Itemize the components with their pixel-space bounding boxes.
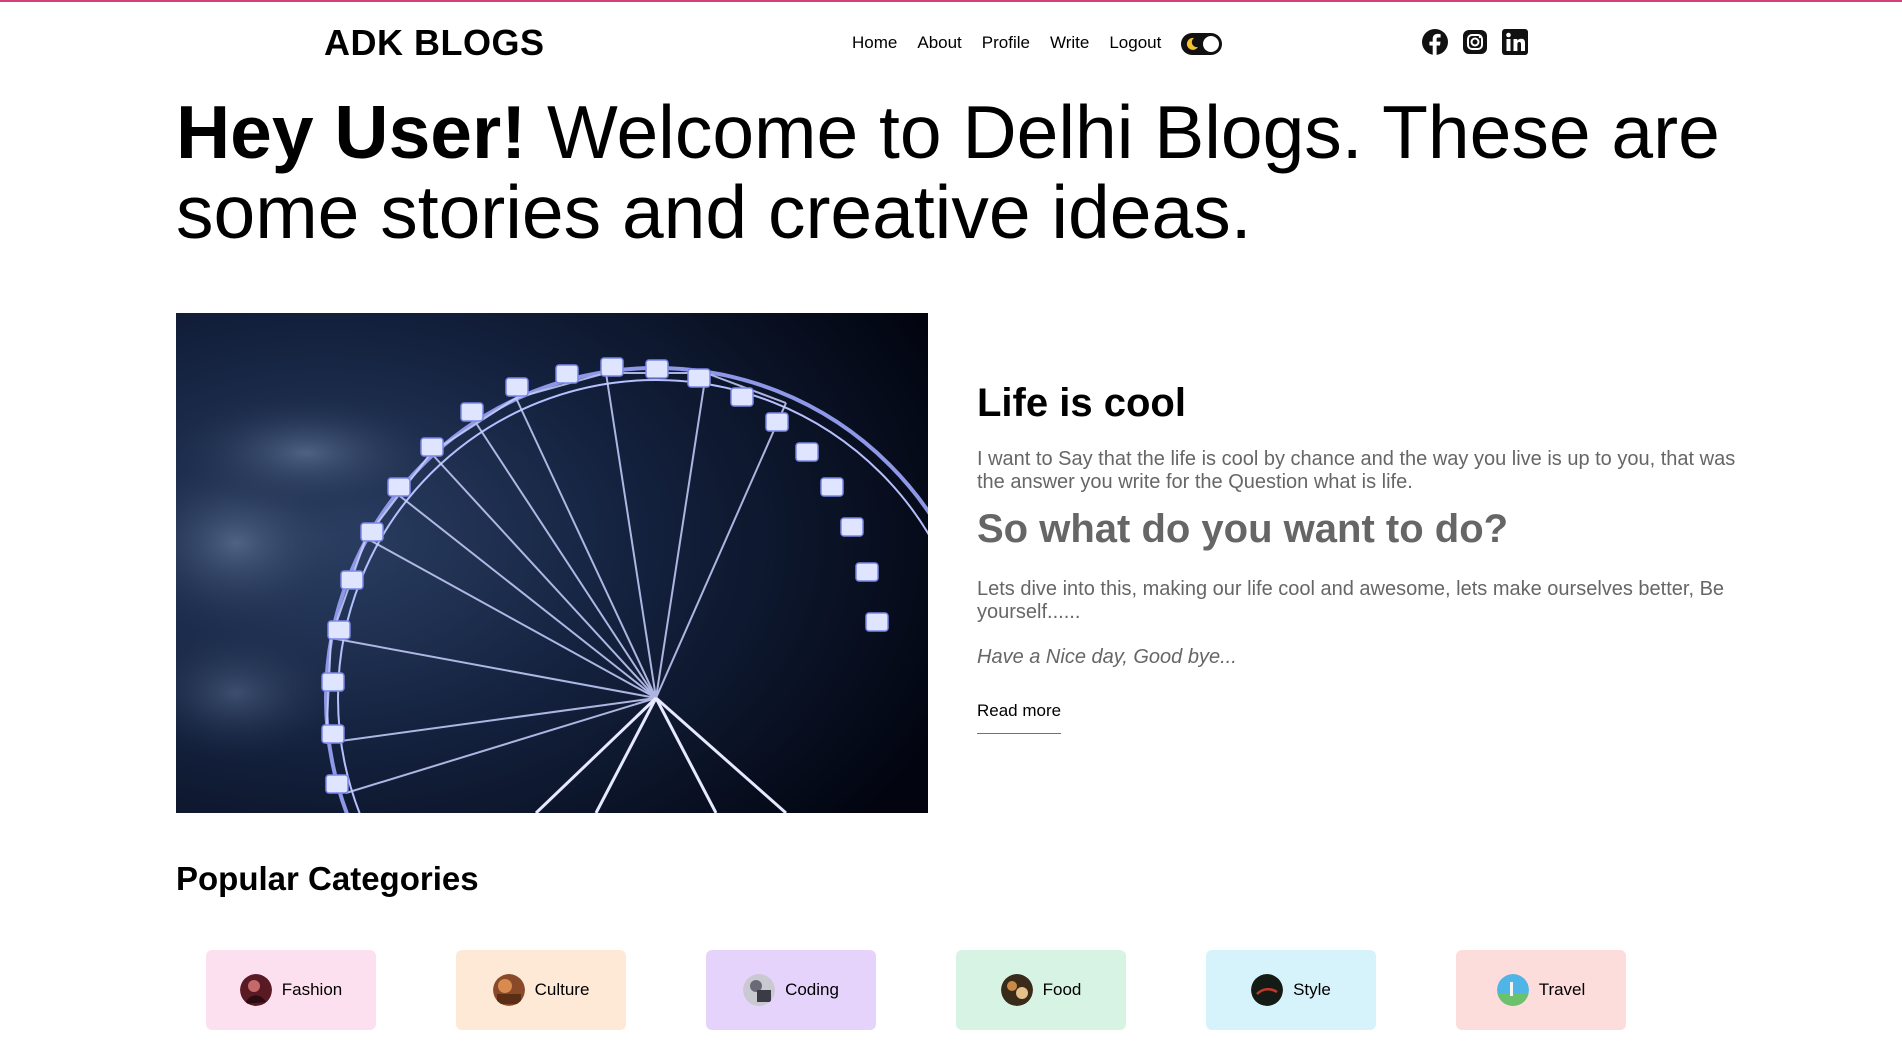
coding-thumbnail (743, 974, 776, 1006)
social-links (1421, 28, 1529, 56)
category-culture[interactable]: Culture (456, 950, 626, 1030)
nav-link-profile[interactable]: Profile (982, 33, 1030, 53)
category-label: Travel (1538, 980, 1586, 999)
linkedin-icon[interactable] (1501, 28, 1529, 56)
post-title[interactable]: Life is cool (977, 380, 1737, 426)
category-label: Culture (534, 980, 590, 999)
post-subheading: So what do you want to do? (977, 507, 1509, 551)
categories-list: Fashion Culture Coding Food Style Travel (206, 950, 1626, 1030)
hero-greeting: Hey User! (176, 90, 527, 174)
facebook-icon[interactable] (1421, 28, 1449, 56)
nav-link-home[interactable]: Home (852, 33, 897, 53)
navbar: ADK BLOGS Home About Profile Write Logou… (0, 2, 1902, 80)
hero-heading: Hey User! Welcome to Delhi Blogs. These … (176, 92, 1736, 252)
post-paragraph-1: I want to Say that the life is cool by c… (977, 448, 1736, 493)
theme-toggle[interactable] (1181, 33, 1223, 55)
post-paragraph-2: Lets dive into this, making our life coo… (977, 578, 1725, 623)
read-more-link[interactable]: Read more (977, 701, 1062, 734)
moon-icon (1187, 37, 1199, 50)
nav-link-logout[interactable]: Logout (1109, 33, 1161, 53)
category-style[interactable]: Style (1206, 950, 1376, 1030)
nav-link-write[interactable]: Write (1050, 33, 1089, 53)
category-label: Style (1293, 980, 1331, 999)
nav-link-about[interactable]: About (917, 33, 961, 53)
toggle-knob (1203, 36, 1220, 52)
category-coding[interactable]: Coding (706, 950, 876, 1030)
style-thumbnail (1251, 974, 1284, 1006)
categories-heading: Popular Categories (176, 860, 479, 897)
post-sign-off: Have a Nice day, Good bye... (977, 646, 1237, 668)
category-label: Fashion (281, 980, 343, 999)
instagram-icon[interactable] (1461, 28, 1489, 56)
fashion-thumbnail (239, 974, 272, 1006)
category-label: Coding (785, 980, 839, 999)
featured-post-image[interactable] (176, 313, 928, 813)
ferris-wheel-image (176, 313, 928, 813)
travel-thumbnail (1496, 974, 1529, 1006)
culture-thumbnail (492, 974, 525, 1006)
category-travel[interactable]: Travel (1456, 950, 1626, 1030)
site-logo[interactable]: ADK BLOGS (324, 22, 545, 64)
category-food[interactable]: Food (956, 950, 1126, 1030)
food-thumbnail (1000, 974, 1033, 1006)
category-label: Food (1042, 980, 1082, 999)
category-fashion[interactable]: Fashion (206, 950, 376, 1030)
nav-links: Home About Profile Write Logout (852, 32, 1223, 55)
featured-post-content: Life is cool I want to Say that the life… (977, 380, 1737, 734)
